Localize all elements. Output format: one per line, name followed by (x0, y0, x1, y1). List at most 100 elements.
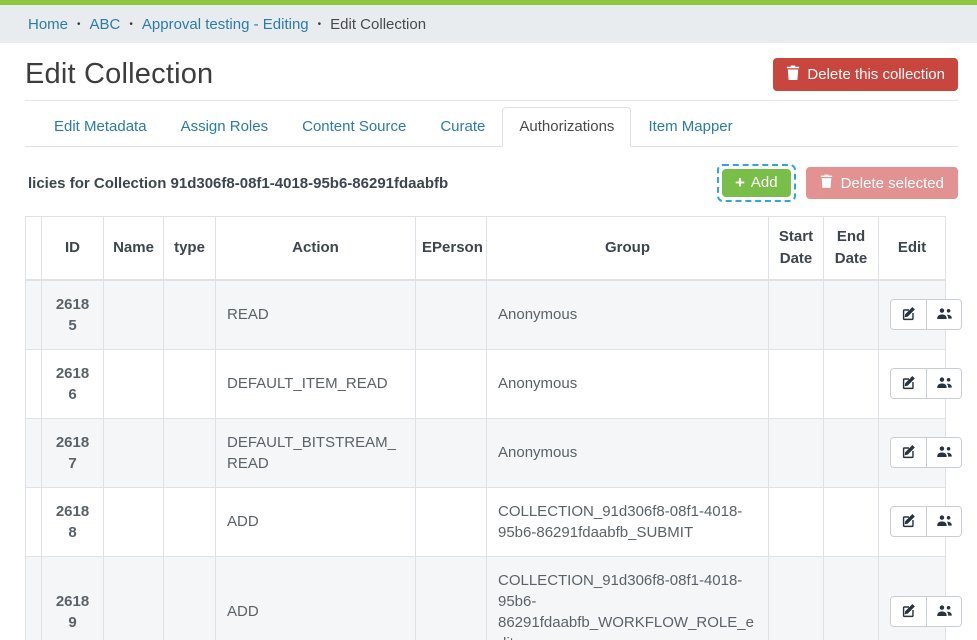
edit-policy-button[interactable] (891, 369, 926, 398)
column-eperson: EPerson (416, 217, 487, 280)
edit-group-button[interactable] (926, 597, 961, 626)
edit-policy-button[interactable] (891, 597, 926, 626)
table-row: 26187 DEFAULT_BITSTREAM_READ Anonymous (26, 418, 946, 487)
breadcrumb-separator: • (129, 19, 133, 30)
edit-policy-button[interactable] (891, 438, 926, 467)
breadcrumb-abc[interactable]: ABC (90, 16, 121, 33)
table-header-row: ID Name type Action EPerson Group Start … (26, 217, 946, 280)
tab-authorizations[interactable]: Authorizations (502, 107, 631, 147)
breadcrumb-community[interactable]: Approval testing - Editing (142, 16, 309, 33)
select-cell (26, 556, 42, 640)
plus-icon: + (735, 174, 745, 191)
policy-end-date (824, 349, 879, 418)
column-edit: Edit (879, 217, 946, 280)
policy-name (104, 349, 164, 418)
resource-policies-table: ID Name type Action EPerson Group Start … (25, 216, 946, 640)
table-row: 26185 READ Anonymous (26, 280, 946, 350)
policy-action: DEFAULT_ITEM_READ (216, 349, 416, 418)
policy-action: READ (216, 280, 416, 350)
policy-start-date (769, 418, 824, 487)
policy-type (164, 418, 216, 487)
delete-selected-label: Delete selected (841, 175, 944, 192)
users-icon (936, 604, 953, 620)
policy-name (104, 418, 164, 487)
page-title: Edit Collection (25, 58, 213, 91)
column-action: Action (216, 217, 416, 280)
delete-collection-label: Delete this collection (807, 66, 945, 83)
breadcrumb-separator: • (77, 19, 81, 30)
policy-start-date (769, 280, 824, 350)
policy-action: DEFAULT_BITSTREAM_READ (216, 418, 416, 487)
edit-button-group (890, 437, 962, 468)
edit-policy-button[interactable] (891, 300, 926, 329)
table-row: 26188 ADD COLLECTION_91d306f8-08f1-4018-… (26, 487, 946, 556)
policy-id: 26188 (42, 487, 104, 556)
delete-collection-button[interactable]: Delete this collection (773, 58, 958, 91)
policy-eperson (416, 487, 487, 556)
edit-button-group (890, 368, 962, 399)
users-icon (936, 445, 953, 461)
breadcrumb-current: Edit Collection (330, 16, 426, 33)
select-cell (26, 349, 42, 418)
column-start-date: Start Date (769, 217, 824, 280)
policy-id: 26187 (42, 418, 104, 487)
users-icon (936, 307, 953, 323)
edit-group-button[interactable] (926, 507, 961, 536)
edit-button-group (890, 506, 962, 537)
policy-action: ADD (216, 487, 416, 556)
policy-id: 26185 (42, 280, 104, 350)
policy-group: COLLECTION_91d306f8-08f1-4018-95b6-86291… (487, 556, 769, 640)
policy-type (164, 556, 216, 640)
policy-type (164, 349, 216, 418)
breadcrumb-home[interactable]: Home (28, 16, 68, 33)
column-end-date: End Date (824, 217, 879, 280)
policy-type (164, 280, 216, 350)
policy-group: Anonymous (487, 280, 769, 350)
tab-curate[interactable]: Curate (423, 107, 502, 147)
delete-selected-button[interactable]: Delete selected (806, 167, 958, 199)
policy-group: COLLECTION_91d306f8-08f1-4018-95b6-86291… (487, 487, 769, 556)
policies-heading: licies for Collection 91d306f8-08f1-4018… (28, 175, 448, 192)
edit-policy-button[interactable] (891, 507, 926, 536)
policy-eperson (416, 349, 487, 418)
header-divider (25, 100, 958, 101)
policy-action: ADD (216, 556, 416, 640)
policy-id: 26189 (42, 556, 104, 640)
select-cell (26, 418, 42, 487)
tab-edit-metadata[interactable]: Edit Metadata (37, 107, 164, 147)
pencil-square-icon (901, 306, 916, 324)
table-row: 26186 DEFAULT_ITEM_READ Anonymous (26, 349, 946, 418)
add-policy-button[interactable]: + Add (722, 169, 791, 197)
policy-start-date (769, 349, 824, 418)
pencil-square-icon (901, 444, 916, 462)
add-button-label: Add (751, 174, 778, 191)
table-row: 26189 ADD COLLECTION_91d306f8-08f1-4018-… (26, 556, 946, 640)
column-name: Name (104, 217, 164, 280)
column-id: ID (42, 217, 104, 280)
policy-group: Anonymous (487, 349, 769, 418)
tab-item-mapper[interactable]: Item Mapper (631, 107, 749, 147)
policy-name (104, 556, 164, 640)
collection-edit-tabs: Edit Metadata Assign Roles Content Sourc… (25, 107, 958, 147)
policy-start-date (769, 556, 824, 640)
tab-assign-roles[interactable]: Assign Roles (164, 107, 286, 147)
tab-content-source[interactable]: Content Source (285, 107, 423, 147)
policy-eperson (416, 280, 487, 350)
pencil-square-icon (901, 513, 916, 531)
edit-button-group (890, 299, 962, 330)
column-type: type (164, 217, 216, 280)
policy-eperson (416, 556, 487, 640)
select-cell (26, 487, 42, 556)
policy-eperson (416, 418, 487, 487)
breadcrumb: Home • ABC • Approval testing - Editing … (0, 5, 977, 43)
edit-group-button[interactable] (926, 438, 961, 467)
edit-button-group (890, 596, 962, 627)
column-select (26, 217, 42, 280)
edit-group-button[interactable] (926, 369, 961, 398)
policy-end-date (824, 556, 879, 640)
policy-end-date (824, 487, 879, 556)
edit-group-button[interactable] (926, 300, 961, 329)
pencil-square-icon (901, 603, 916, 621)
users-icon (936, 514, 953, 530)
users-icon (936, 376, 953, 392)
